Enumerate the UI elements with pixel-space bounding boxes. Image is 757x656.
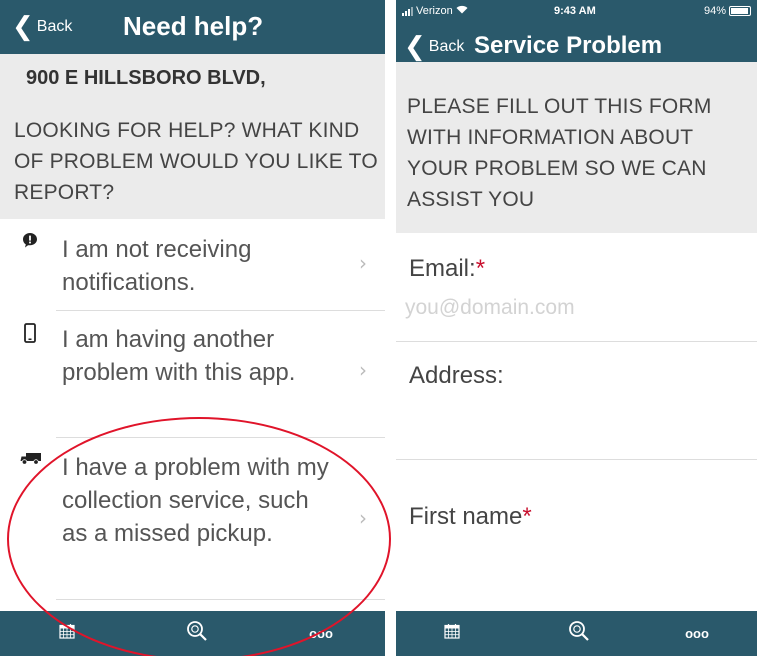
list-item-label: I have a problem with my collection serv…: [62, 454, 329, 547]
first-name-field[interactable]: [405, 550, 735, 574]
tab-more[interactable]: ooo: [306, 611, 336, 656]
address-text: 900 E HILLSBORO BLVD,: [26, 67, 266, 89]
alert-bubble-icon: [22, 232, 38, 253]
search-recycle-icon: [186, 620, 208, 647]
status-time: 9:43 AM: [554, 5, 596, 17]
service-problem-screen: Verizon 9:43 AM 94% ❮ Back Service Probl…: [396, 0, 757, 656]
more-icon: ooo: [685, 626, 709, 641]
calendar-icon: [444, 623, 460, 644]
list-item-label: I am not receiving notifications.: [62, 236, 252, 296]
page-title: Need help?: [123, 11, 264, 41]
first-name-label: First name*: [409, 503, 532, 530]
phone-icon: [24, 323, 36, 348]
wifi-icon: [456, 5, 468, 17]
chevron-right-icon: ›: [359, 251, 367, 275]
chevron-right-icon: ›: [359, 358, 367, 382]
battery-level: [731, 8, 748, 14]
back-label: Back: [36, 18, 73, 35]
battery-indicator: 94%: [704, 5, 751, 17]
tab-more[interactable]: ooo: [682, 611, 712, 656]
back-label: Back: [428, 38, 465, 55]
tab-calendar[interactable]: [55, 611, 79, 656]
tab-search[interactable]: [564, 611, 594, 656]
status-bar: Verizon 9:43 AM 94%: [396, 2, 757, 22]
back-chevron-icon: ❮: [404, 32, 426, 62]
nav-bar: Verizon 9:43 AM 94% ❮ Back Service Probl…: [396, 0, 757, 62]
list-item-app-problem[interactable]: I am having another problem with this ap…: [0, 311, 385, 438]
required-marker: *: [522, 503, 532, 530]
tab-bar: ooo: [396, 611, 757, 656]
search-recycle-icon: [568, 620, 590, 647]
list-item-label: I am having another problem with this ap…: [62, 326, 296, 386]
signal-icon: [402, 6, 413, 16]
form-instructions: PLEASE FILL OUT THIS FORM WITH INFORMATI…: [407, 95, 712, 211]
back-button[interactable]: ❮ Back: [404, 34, 464, 60]
help-header: 900 E HILLSBORO BLVD, LOOKING FOR HELP? …: [0, 54, 385, 219]
battery-icon: [729, 6, 751, 16]
battery-percent: 94%: [703, 5, 726, 17]
list-item-notifications[interactable]: I am not receiving notifications. ›: [0, 219, 385, 311]
chevron-right-icon: ›: [359, 506, 367, 530]
carrier-name: Verizon: [416, 5, 453, 17]
truck-icon: [20, 451, 42, 470]
tab-search[interactable]: [182, 611, 212, 656]
help-prompt: LOOKING FOR HELP? WHAT KIND OF PROBLEM W…: [14, 119, 378, 204]
carrier-indicator: Verizon: [402, 5, 468, 17]
address-field-group: Address:: [396, 342, 757, 460]
back-button[interactable]: ❮ Back: [12, 14, 72, 40]
divider: [56, 599, 385, 600]
more-icon: ooo: [309, 626, 333, 641]
screenshot-divider: [385, 0, 396, 656]
email-field[interactable]: [405, 296, 735, 320]
page-title: Service Problem: [474, 32, 663, 59]
email-label: Email:*: [409, 255, 486, 282]
calendar-icon: [59, 623, 75, 644]
first-name-field-group: First name*: [396, 460, 757, 610]
form-header: PLEASE FILL OUT THIS FORM WITH INFORMATI…: [396, 62, 757, 233]
address-field[interactable]: [405, 404, 735, 428]
tab-bar: ooo: [0, 611, 385, 656]
list-item-collection-problem[interactable]: I have a problem with my collection serv…: [0, 438, 385, 600]
required-marker: *: [475, 255, 486, 282]
back-chevron-icon: ❮: [12, 12, 34, 42]
address-label: Address:: [409, 362, 504, 389]
need-help-screen: ❮ Back Need help? 900 E HILLSBORO BLVD, …: [0, 0, 385, 656]
nav-bar: ❮ Back Need help?: [0, 0, 385, 54]
tab-calendar[interactable]: [440, 611, 464, 656]
email-field-group: Email:*: [396, 233, 757, 342]
